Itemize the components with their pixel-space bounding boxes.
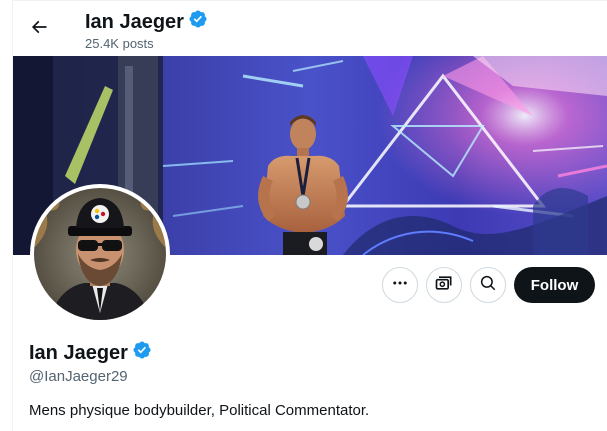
search-icon <box>479 274 497 297</box>
profile-bio: Mens physique bodybuilder, Political Com… <box>29 402 370 419</box>
subscribe-button[interactable] <box>426 267 462 303</box>
verified-badge-icon[interactable] <box>132 340 152 366</box>
profile-name-text: Ian Jaeger <box>29 342 128 364</box>
back-arrow-icon <box>29 17 49 42</box>
follow-button[interactable]: Follow <box>514 267 595 303</box>
search-button[interactable] <box>470 267 506 303</box>
post-count: 25.4K posts <box>85 36 154 51</box>
more-icon <box>391 274 409 297</box>
header-title: Ian Jaeger <box>85 9 208 35</box>
subscribe-icon <box>434 273 454 298</box>
back-button[interactable] <box>23 13 55 45</box>
profile-avatar[interactable] <box>30 184 170 324</box>
profile-name: Ian Jaeger <box>29 340 152 366</box>
profile-handle: @IanJaeger29 <box>29 368 128 385</box>
header-name-text: Ian Jaeger <box>85 11 184 33</box>
verified-badge-icon <box>188 9 208 35</box>
profile-header: Ian Jaeger 25.4K posts <box>13 1 607 56</box>
more-button[interactable] <box>382 267 418 303</box>
